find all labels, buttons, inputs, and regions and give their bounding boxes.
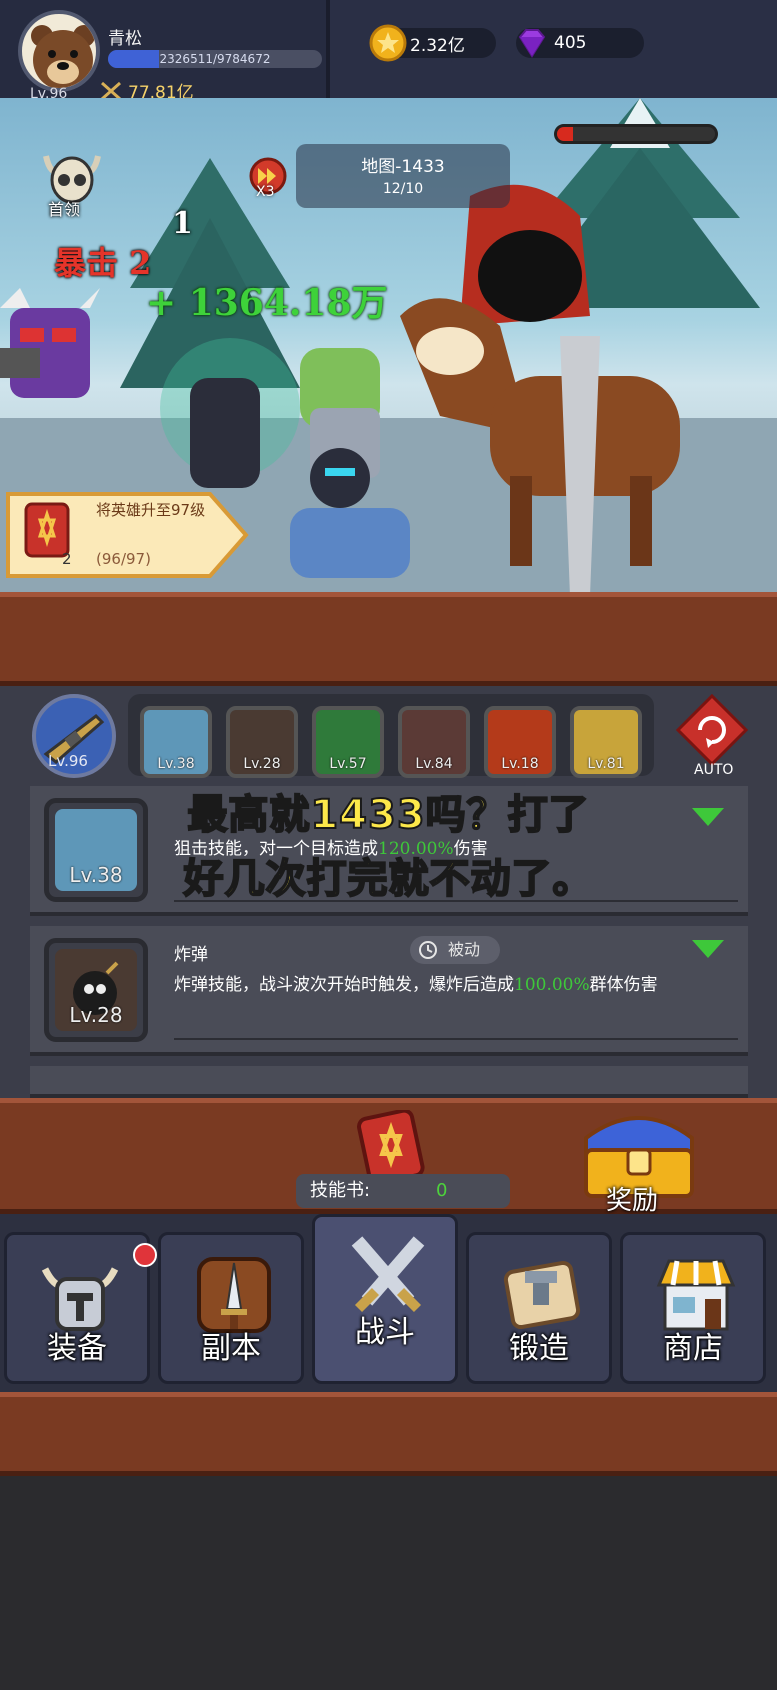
gold-coin-icon (369, 24, 407, 62)
auto-label: AUTO (694, 762, 734, 778)
gold-value: 2.32亿 (410, 35, 465, 56)
expand-arrow-icon[interactable] (690, 938, 726, 960)
lightning-skill-icon[interactable]: Lv.81 (570, 706, 642, 778)
quest-progress: (96/97) (96, 550, 151, 568)
wood-divider-bottom (0, 1392, 777, 1476)
passive-badge: 被动 (410, 936, 500, 964)
skill-card-bomb[interactable]: Lv.28 炸弹 被动 炸弹技能，战斗波次开始时触发，爆炸后造成100.00%群… (30, 926, 748, 1056)
bomb-skill-icon: Lv.28 (55, 949, 137, 1031)
bottom-nav: 装备 副本 战斗 锻造 商店 (0, 1214, 777, 1392)
skill-book-counter: 技能书: 0 (296, 1174, 510, 1208)
wood-divider-top (0, 592, 777, 686)
purple-orc-enemy-icon (0, 288, 100, 398)
heal-number: + 1364.18万 (146, 282, 388, 324)
nav-label: 副本 (201, 1331, 261, 1366)
nav-dungeon[interactable]: 副本 (158, 1232, 304, 1384)
hooded-rider-boss-icon (400, 184, 680, 592)
quest-title: 将英雄升至97级 (96, 501, 206, 519)
nav-shop[interactable]: 商店 (620, 1232, 766, 1384)
weapon-level: Lv.96 (48, 752, 88, 770)
sniper-skill-icon[interactable]: Lv.38 (140, 706, 212, 778)
nav-equipment[interactable]: 装备 (4, 1232, 157, 1384)
bomb-skill-icon[interactable]: Lv.28 (226, 706, 298, 778)
gold-counter[interactable]: 2.32亿 (369, 24, 496, 62)
auto-skill-button[interactable] (675, 693, 749, 767)
skill-slot-level: Lv.57 (329, 756, 367, 772)
skill-card-description: 炸弹技能，战斗波次开始时触发，爆炸后造成100.00%群体伤害 (174, 972, 734, 998)
player-avatar[interactable] (18, 10, 100, 92)
skill-card-name: 炸弹 (174, 945, 208, 965)
clock-icon (419, 941, 437, 959)
player-panel: Lv.96 青松 2326511/9784672 77.81亿 (0, 0, 330, 112)
battle-scene: 首领 X3 地图-1433 12/10 1 暴击 2 + 1364.18万 2 … (0, 98, 777, 592)
rage-skill-icon[interactable]: Lv.84 (398, 706, 470, 778)
speed-label: X3 (256, 184, 275, 200)
auto-refresh-icon (675, 693, 749, 767)
nav-label: 商店 (663, 1331, 723, 1366)
passive-badge-label: 被动 (448, 940, 481, 959)
critical-hit-text: 暴击 2 (54, 244, 152, 282)
boss-health-bar (554, 124, 718, 144)
skill-panel: Lv.96 Lv.38 Lv.28 Lv.57 Lv.84 Lv.18 Lv.8… (0, 686, 777, 1098)
purple-gem-icon (518, 29, 546, 58)
map-title: 地图-1433 (361, 157, 445, 177)
skill-book-label: 技能书: (310, 1180, 371, 1201)
gem-counter[interactable]: 405 (516, 28, 644, 58)
quest-item-count: 2 (62, 550, 72, 568)
skill-card-icon: Lv.28 (44, 938, 148, 1042)
skill-slot-level: Lv.28 (243, 756, 281, 772)
map-info: 地图-1433 12/10 (296, 144, 510, 208)
exp-text: 2326511/9784672 (159, 52, 271, 66)
fireball-skill-icon[interactable]: Lv.18 (484, 706, 556, 778)
bottom-empty-area (0, 1476, 777, 1690)
nav-forge[interactable]: 锻造 (466, 1232, 612, 1384)
caption-line-2: 好几次打完就不动了。 (183, 855, 594, 903)
skill-slot-level: Lv.18 (501, 756, 539, 772)
gem-value: 405 (554, 33, 587, 53)
skill-card-divider (174, 1038, 738, 1040)
skill-book-count: 0 (436, 1180, 448, 1201)
nav-label: 锻造 (509, 1331, 569, 1366)
skill-desc-percent: 100.00% (514, 975, 590, 995)
nav-label: 战斗 (355, 1315, 415, 1350)
boss-label: 首领 (48, 200, 81, 219)
skill-slot-level: Lv.81 (587, 756, 625, 772)
skill-desc-text: 炸弹技能，战斗波次开始时触发，爆炸后造成 (174, 975, 514, 995)
wave-progress: 12/10 (382, 181, 424, 197)
exp-bar: 2326511/9784672 (108, 50, 322, 68)
boss-health-fill (557, 127, 573, 141)
caption-line-1: 最高就1433吗？打了 (186, 791, 590, 839)
damage-number: 1 (172, 206, 193, 241)
nav-battle[interactable]: 战斗 (312, 1214, 458, 1384)
poison-skill-icon[interactable]: Lv.57 (312, 706, 384, 778)
reward-label[interactable]: 奖励 (606, 1180, 658, 1217)
skill-card-partial[interactable] (30, 1066, 748, 1098)
notification-dot (133, 1243, 157, 1267)
skill-slot-level: Lv.38 (157, 756, 195, 772)
skill-card-level: Lv.28 (69, 1003, 123, 1027)
player-name: 青松 (108, 29, 142, 49)
nav-label: 装备 (47, 1331, 107, 1366)
skill-slot-row: Lv.38 Lv.28 Lv.57 Lv.84 Lv.18 Lv.81 (128, 694, 654, 778)
skill-slot-level: Lv.84 (415, 756, 453, 772)
skill-desc-text-end: 群体伤害 (589, 975, 658, 995)
bear-avatar-icon (31, 25, 95, 88)
